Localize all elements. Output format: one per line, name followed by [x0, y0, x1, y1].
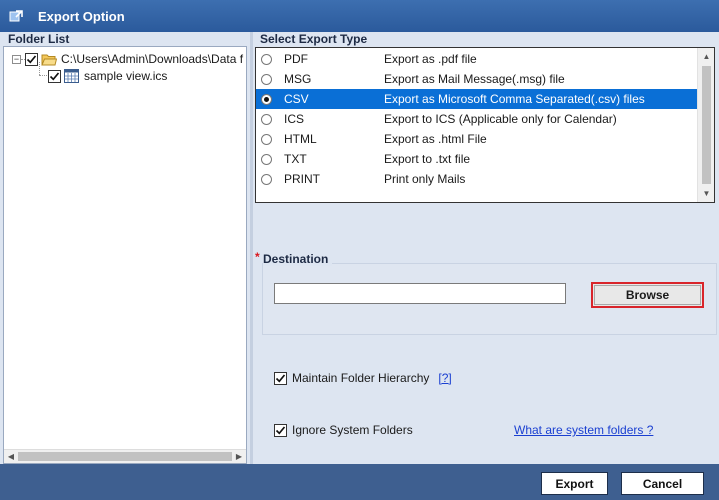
footer-bar: Export Cancel: [0, 464, 719, 500]
radio-pdf[interactable]: [261, 53, 272, 65]
scroll-right-icon[interactable]: ▶: [232, 450, 246, 463]
option-code: MSG: [284, 72, 312, 86]
folder-open-icon: [41, 54, 57, 65]
browse-button[interactable]: Browse: [591, 282, 704, 308]
option-description: Export as .pdf file: [384, 52, 477, 66]
scroll-thumb[interactable]: [702, 66, 711, 184]
root-checkbox[interactable]: [25, 52, 38, 66]
folder-tree[interactable]: − C:\Users\Admin\Downloads\Data f sample…: [3, 46, 247, 464]
ignore-system-checkbox[interactable]: [274, 423, 287, 437]
window-title: Export Option: [38, 8, 125, 24]
ignore-system-option[interactable]: Ignore System Folders: [274, 423, 413, 437]
root-folder-label: C:\Users\Admin\Downloads\Data f: [61, 52, 244, 66]
help-link[interactable]: [?]: [438, 371, 451, 385]
calendar-icon: [64, 69, 79, 83]
export-option-msg[interactable]: MSG Export as Mail Message(.msg) file: [256, 69, 697, 89]
export-option-ics[interactable]: ICS Export to ICS (Applicable only for C…: [256, 109, 697, 129]
folder-list-heading: Folder List: [8, 32, 70, 46]
radio-txt[interactable]: [261, 153, 272, 165]
export-button[interactable]: Export: [541, 472, 608, 495]
option-code: HTML: [284, 132, 317, 146]
child-file-label: sample view.ics: [84, 69, 168, 83]
option-description: Export to .txt file: [384, 152, 471, 166]
option-description: Export to ICS (Applicable only for Calen…: [384, 112, 617, 126]
option-code: CSV: [284, 92, 309, 106]
option-code: TXT: [284, 152, 307, 166]
export-option-print[interactable]: PRINT Print only Mails: [256, 169, 697, 189]
option-description: Export as Microsoft Comma Separated(.csv…: [384, 92, 645, 106]
option-description: Print only Mails: [384, 172, 466, 186]
option-code: PDF: [284, 52, 308, 66]
scroll-up-icon[interactable]: ▲: [698, 48, 714, 65]
radio-msg[interactable]: [261, 73, 272, 85]
radio-selected-dot: [264, 96, 269, 102]
app-icon: [9, 10, 23, 22]
cancel-button[interactable]: Cancel: [621, 472, 704, 495]
tree-child-row[interactable]: sample view.ics: [48, 69, 167, 83]
destination-path-input[interactable]: [274, 283, 566, 304]
export-options-panel: Select Export Type PDF Export as .pdf fi…: [253, 32, 719, 464]
checkmark-icon: [275, 425, 286, 435]
checkmark-icon: [26, 54, 37, 64]
checkmark-icon: [49, 71, 60, 81]
maintain-hierarchy-label: Maintain Folder Hierarchy: [292, 371, 430, 385]
radio-ics[interactable]: [261, 113, 272, 125]
required-marker: *: [255, 250, 260, 264]
export-option-pdf[interactable]: PDF Export as .pdf file: [256, 49, 697, 69]
destination-label: Destination: [263, 252, 333, 266]
ignore-system-label: Ignore System Folders: [292, 423, 413, 437]
radio-print[interactable]: [261, 173, 272, 185]
export-option-html[interactable]: HTML Export as .html File: [256, 129, 697, 149]
tree-root-row[interactable]: − C:\Users\Admin\Downloads\Data f: [12, 52, 243, 66]
option-code: PRINT: [284, 172, 320, 186]
child-checkbox[interactable]: [48, 69, 61, 83]
scroll-thumb[interactable]: [18, 452, 232, 461]
export-type-list[interactable]: PDF Export as .pdf file MSG Export as Ma…: [255, 47, 715, 203]
title-bar: Export Option: [0, 0, 719, 32]
option-code: ICS: [284, 112, 305, 126]
collapse-expander[interactable]: −: [12, 54, 21, 64]
scroll-down-icon[interactable]: ▼: [698, 185, 714, 202]
radio-html[interactable]: [261, 133, 272, 145]
export-option-txt[interactable]: TXT Export to .txt file: [256, 149, 697, 169]
option-description: Export as .html File: [384, 132, 487, 146]
system-folders-link[interactable]: What are system folders ?: [514, 423, 653, 437]
export-type-heading: Select Export Type: [260, 32, 368, 46]
checkmark-icon: [275, 373, 286, 383]
maintain-hierarchy-option[interactable]: Maintain Folder Hierarchy [?]: [274, 371, 452, 385]
horizontal-scrollbar[interactable]: ◀ ▶: [4, 449, 246, 463]
maintain-hierarchy-checkbox[interactable]: [274, 371, 287, 385]
option-description: Export as Mail Message(.msg) file: [384, 72, 565, 86]
scroll-left-icon[interactable]: ◀: [4, 450, 18, 463]
vertical-scrollbar[interactable]: ▲ ▼: [697, 48, 714, 202]
folder-list-panel: Folder List − C:\Users\Admin\Downloads\D…: [0, 32, 250, 464]
radio-csv[interactable]: [261, 93, 272, 105]
export-option-csv[interactable]: CSV Export as Microsoft Comma Separated(…: [256, 89, 697, 109]
